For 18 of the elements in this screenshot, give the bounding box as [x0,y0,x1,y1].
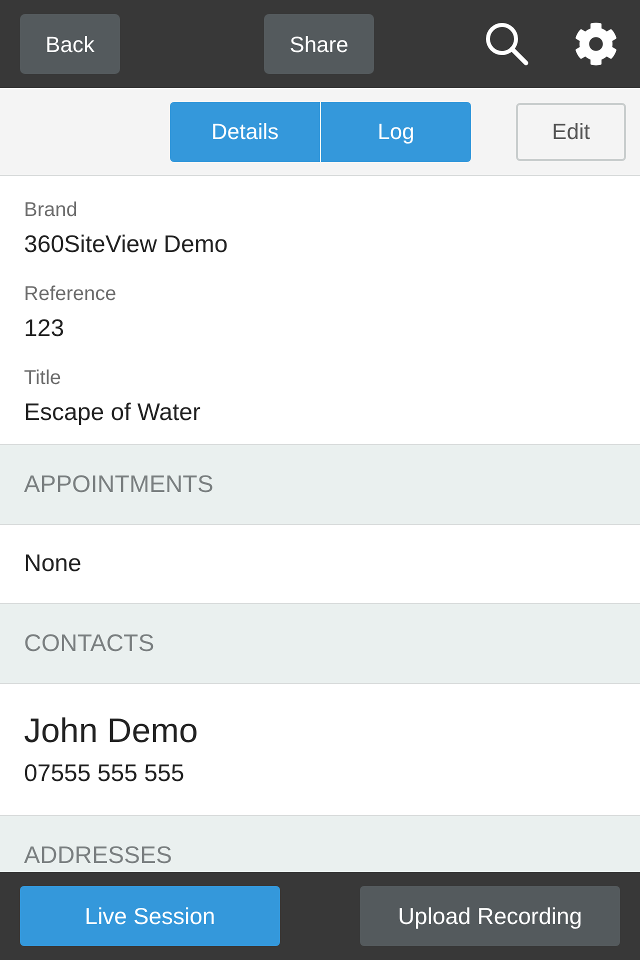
contact-name: John Demo [24,710,198,750]
field-label: Brand [24,198,78,222]
section-heading: ADDRESSES [24,842,172,870]
section-heading: APPOINTMENTS [24,470,214,498]
back-button[interactable]: Back [20,14,120,74]
settings-icon[interactable] [574,22,618,66]
field-label: Reference [24,282,116,306]
share-button[interactable]: Share [264,14,374,74]
section-heading: CONTACTS [24,630,154,658]
list-text: None [24,549,82,579]
field-label: Title [24,366,62,390]
upload-recording-button[interactable]: Upload Recording [360,886,620,946]
field-value: 360SiteView Demo [24,230,228,260]
contact-phone: 07555 555 555 [24,758,184,788]
field-value: Escape of Water [24,398,201,428]
search-icon[interactable] [484,21,530,67]
edit-button[interactable]: Edit [516,102,626,160]
field-value: 123 [24,314,64,344]
